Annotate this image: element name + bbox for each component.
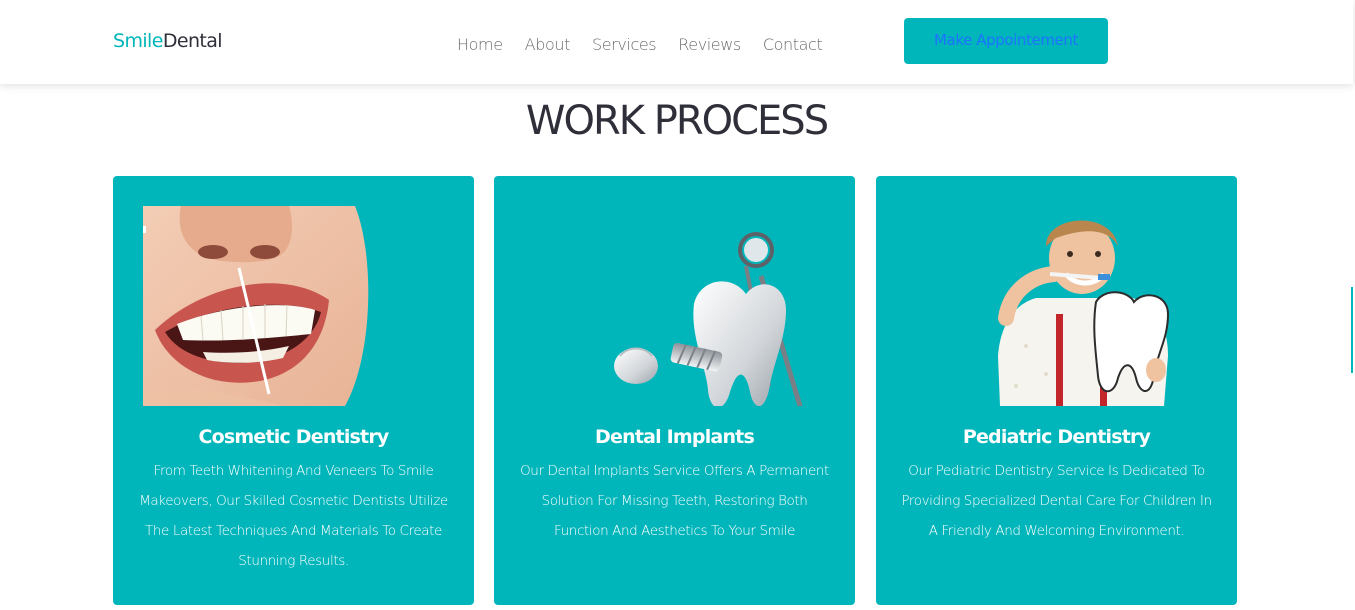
smile-teeth-whitening-image	[143, 206, 444, 406]
logo-dental: Dental	[162, 30, 223, 52]
card-description: From Teeth Whitening And Veneers To Smil…	[139, 463, 448, 569]
nav-links: Home About Services Reviews Contact	[457, 35, 844, 54]
card-title: Dental Implants	[595, 426, 755, 448]
make-appointment-button[interactable]: Make Appointement	[904, 18, 1108, 64]
card-title: Pediatric Dentistry	[962, 426, 1151, 448]
child-brushing-teeth-image	[906, 206, 1207, 406]
navbar: SmileDental Home About Services Reviews …	[0, 0, 1353, 84]
card-title: Cosmetic Dentistry	[198, 426, 390, 448]
nav-home[interactable]: Home	[457, 35, 503, 54]
scroll-indicator[interactable]	[1351, 287, 1353, 373]
service-card-cosmetic[interactable]: Cosmetic Dentistry From Teeth Whitening …	[113, 176, 474, 605]
logo-smile: Smile	[113, 30, 163, 52]
service-card-pediatric[interactable]: Pediatric Dentistry Our Pediatric Dentis…	[876, 176, 1237, 605]
service-card-implants[interactable]: Dental Implants Our Dental Implants Serv…	[494, 176, 855, 605]
logo[interactable]: SmileDental	[113, 30, 223, 52]
tooth-implant-tools-image	[524, 206, 825, 417]
nav-services[interactable]: Services	[592, 35, 657, 54]
nav-contact[interactable]: Contact	[763, 35, 823, 54]
card-description: Our Dental Implants Service Offers A Per…	[520, 463, 829, 539]
card-description: Our Pediatric Dentistry Service Is Dedic…	[901, 463, 1212, 539]
nav-about[interactable]: About	[525, 35, 571, 54]
section-title: WORK PROCESS	[525, 98, 829, 144]
nav-reviews[interactable]: Reviews	[678, 35, 741, 54]
